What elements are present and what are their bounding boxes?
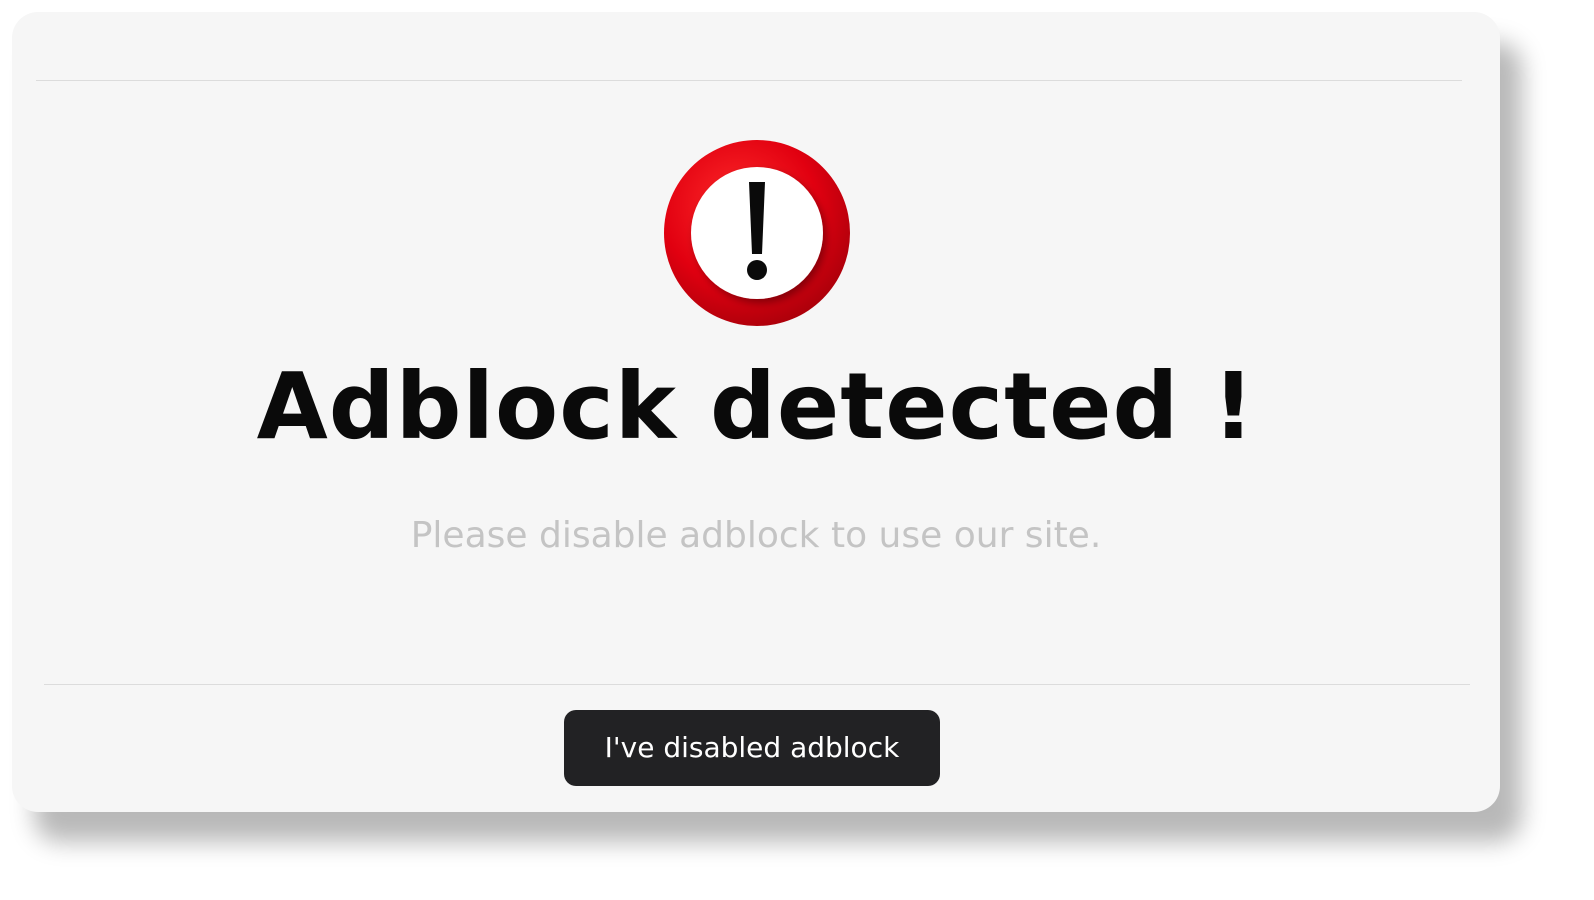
top-divider [36, 80, 1462, 81]
exclamation-alert-icon [664, 140, 850, 326]
page-title: Adblock detected ! [256, 353, 1256, 460]
adblock-disabled-button[interactable]: I've disabled adblock [564, 710, 940, 786]
adblock-modal: Adblock detected ! Please disable adbloc… [12, 12, 1500, 812]
disable-adblock-message: Please disable adblock to use our site. [410, 515, 1102, 556]
bottom-divider [44, 684, 1470, 685]
